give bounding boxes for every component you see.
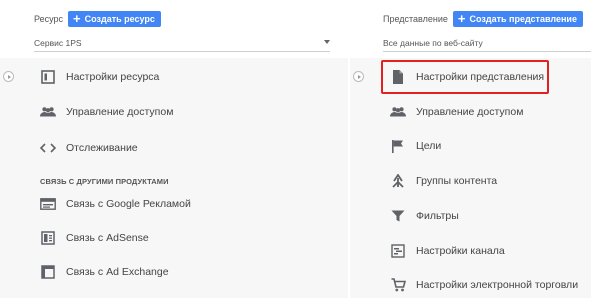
view-selector[interactable]: Все данные по веб-сайту [383, 34, 591, 52]
product-linking-section-title: СВЯЗЬ С ДРУГИМИ ПРОДУКТАМИ [40, 177, 169, 186]
goals-item[interactable]: Цели [390, 134, 590, 158]
code-icon [40, 140, 56, 156]
people-icon [40, 104, 56, 120]
plus-icon: + [457, 11, 466, 26]
channel-settings-item[interactable]: Настройки канала [390, 239, 590, 263]
ecommerce-settings-label: Настройки электронной торговли [416, 279, 579, 291]
create-view-button-label: Создать представление [469, 14, 577, 24]
view-access-item[interactable]: Управление доступом [390, 100, 590, 124]
content-grouping-icon [390, 173, 406, 189]
filter-icon [390, 208, 406, 224]
collapse-panel-icon[interactable] [353, 71, 364, 82]
content-grouping-label: Группы контента [416, 175, 498, 187]
create-property-button-label: Создать ресурс [84, 14, 155, 24]
chevron-down-icon [324, 40, 330, 44]
content-grouping-item[interactable]: Группы контента [390, 169, 590, 193]
adsense-icon [40, 230, 56, 246]
view-access-label: Управление доступом [416, 106, 524, 118]
property-access-label: Управление доступом [66, 106, 174, 118]
view-header-label: Представление [383, 14, 448, 24]
adsense-link-label: Связь с AdSense [66, 232, 149, 244]
property-header: Ресурс + Создать ресурс [34, 10, 161, 28]
people-icon [390, 104, 406, 120]
google-ads-icon [40, 196, 56, 212]
filters-item[interactable]: Фильтры [390, 204, 590, 228]
property-settings-label: Настройки ресурса [66, 71, 160, 83]
property-header-label: Ресурс [34, 14, 64, 24]
collapse-panel-icon[interactable] [3, 71, 14, 82]
view-settings-label: Настройки представления [416, 71, 545, 83]
cart-icon [390, 277, 406, 293]
create-property-button[interactable]: + Создать ресурс [68, 11, 161, 27]
view-selector-value: Все данные по веб-сайту [383, 37, 483, 48]
view-column: Представление + Создать представление Вс… [350, 0, 591, 298]
filters-label: Фильтры [416, 210, 459, 222]
property-settings-item[interactable]: Настройки ресурса [40, 65, 330, 89]
ecommerce-settings-item[interactable]: Настройки электронной торговли [390, 273, 590, 297]
create-view-button[interactable]: + Создать представление [452, 11, 583, 27]
goals-label: Цели [416, 140, 442, 152]
property-column: Ресурс + Создать ресурс Сервис 1PS Настр… [0, 0, 350, 298]
property-access-item[interactable]: Управление доступом [40, 100, 330, 124]
ad-exchange-link-label: Связь с Ad Exchange [66, 266, 169, 278]
google-ads-link-item[interactable]: Связь с Google Рекламой [40, 192, 330, 216]
ad-exchange-link-item[interactable]: Связь с Ad Exchange [40, 260, 330, 284]
google-ads-link-label: Связь с Google Рекламой [66, 198, 191, 210]
channel-settings-icon [390, 243, 406, 259]
property-settings-icon [40, 69, 56, 85]
property-selector-value: Сервис 1PS [34, 37, 82, 48]
plus-icon: + [73, 11, 81, 26]
ad-exchange-icon [40, 264, 56, 280]
tracking-label: Отслеживание [66, 142, 138, 154]
view-settings-item[interactable]: Настройки представления [390, 65, 590, 89]
flag-icon [390, 138, 406, 154]
tracking-item[interactable]: Отслеживание [40, 136, 330, 160]
adsense-link-item[interactable]: Связь с AdSense [40, 226, 330, 250]
channel-settings-label: Настройки канала [416, 245, 505, 257]
document-icon [390, 69, 406, 85]
property-selector[interactable]: Сервис 1PS [34, 34, 330, 52]
view-header: Представление + Создать представление [383, 10, 583, 28]
